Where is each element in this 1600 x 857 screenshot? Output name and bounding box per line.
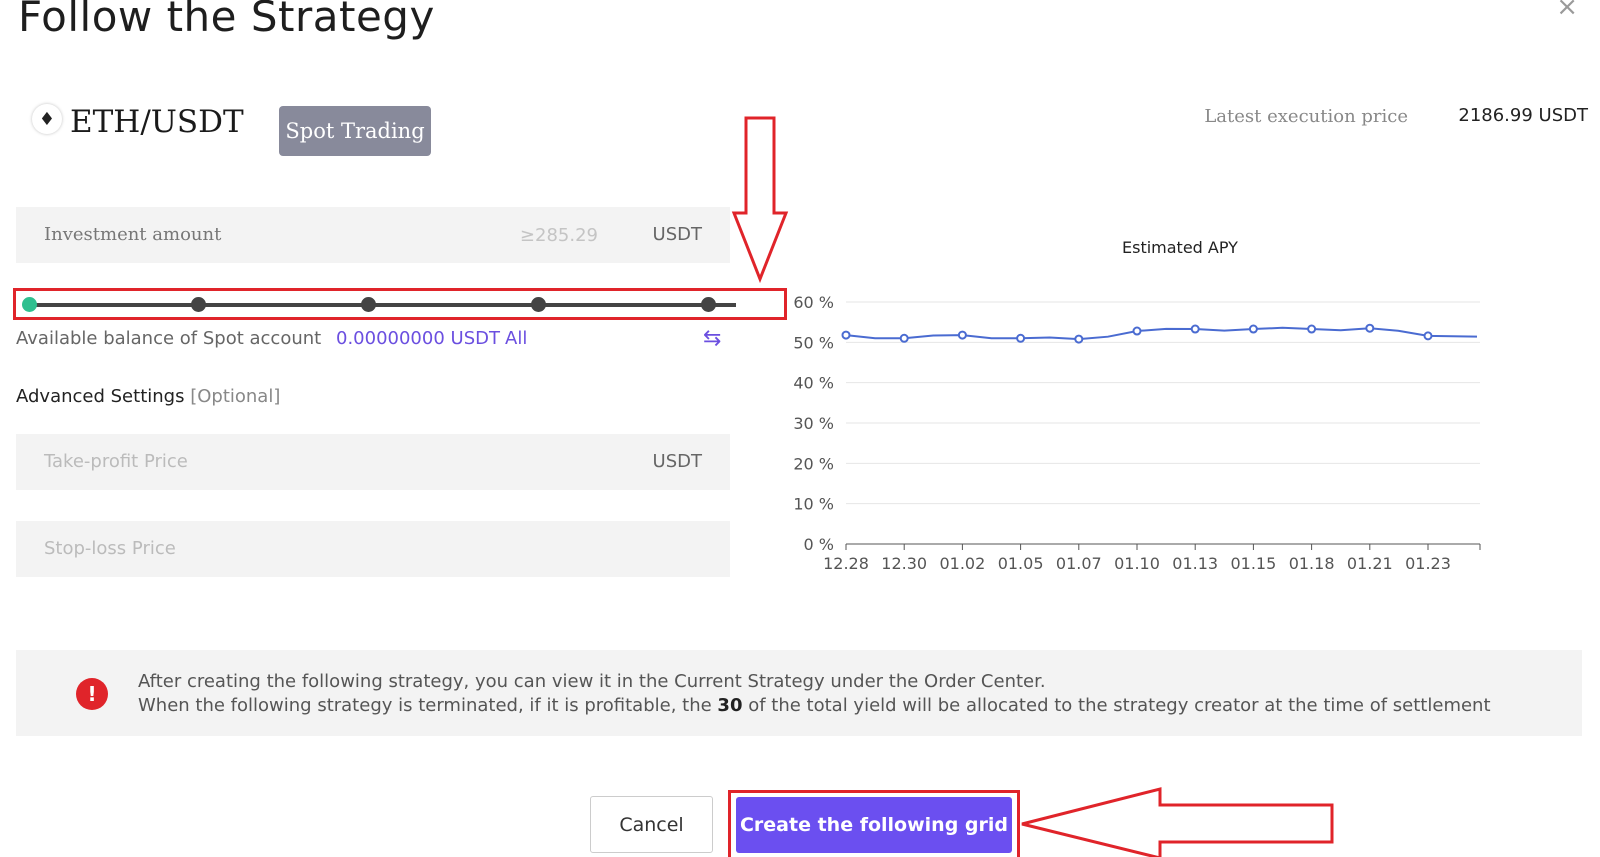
latest-price-label: Latest execution price — [1204, 106, 1408, 127]
advanced-settings-label: Advanced Settings — [16, 386, 185, 407]
investment-minimum: ≥285.29 — [519, 225, 598, 246]
x-tick-label: 12.28 — [823, 554, 869, 573]
take-profit-unit: USDT — [652, 451, 702, 472]
spot-trading-tag: Spot Trading — [279, 106, 431, 156]
trading-pair: ETH/USDT — [70, 104, 244, 140]
take-profit-placeholder: Take-profit Price — [44, 451, 188, 472]
apy-data-point — [1307, 324, 1317, 334]
optional-label: [Optional] — [190, 386, 281, 407]
take-profit-input[interactable]: Take-profit Price USDT — [16, 434, 730, 490]
advanced-settings-heading: Advanced Settings [Optional] — [16, 386, 280, 407]
y-tick-label: 50 % — [793, 333, 834, 352]
apy-data-point — [1132, 326, 1142, 336]
alert-icon: ! — [76, 678, 108, 710]
notice-line-1: After creating the following strategy, y… — [138, 671, 1046, 692]
y-tick-label: 20 % — [793, 454, 834, 473]
create-grid-button[interactable]: Create the following grid — [736, 797, 1012, 853]
investment-slider-highlight — [13, 288, 787, 320]
x-tick-label: 01.21 — [1347, 554, 1393, 573]
y-tick-label: 40 % — [793, 374, 834, 393]
investment-slider[interactable] — [29, 303, 736, 307]
apy-data-point — [899, 333, 909, 343]
left-arrow-annotation — [1021, 787, 1334, 857]
create-button-highlight: Create the following grid — [728, 790, 1020, 857]
x-tick-label: 01.13 — [1172, 554, 1218, 573]
slider-stop-0[interactable] — [22, 297, 37, 312]
slider-stop-75[interactable] — [531, 297, 546, 312]
slider-stop-25[interactable] — [191, 297, 206, 312]
apy-data-point — [1074, 334, 1084, 344]
y-tick-label: 30 % — [793, 414, 834, 433]
cancel-button[interactable]: Cancel — [590, 796, 713, 853]
apy-data-point — [1365, 323, 1375, 333]
apy-data-point — [957, 330, 967, 340]
creator-share: 30 — [717, 695, 743, 716]
stop-loss-input[interactable]: Stop-loss Price — [16, 521, 730, 577]
y-tick-label: 0 % — [804, 535, 834, 554]
apy-data-point — [1423, 331, 1433, 341]
x-tick-label: 01.18 — [1289, 554, 1335, 573]
notice-line-2: When the following strategy is terminate… — [138, 695, 1491, 716]
apy-data-point — [1248, 324, 1258, 334]
available-balance-value: 0.00000000 USDT — [336, 328, 500, 349]
slider-stop-100[interactable] — [701, 297, 716, 312]
apy-series-line — [845, 326, 1478, 341]
x-tick-label: 01.10 — [1114, 554, 1160, 573]
swap-icon[interactable]: ⇆ — [703, 326, 721, 351]
investment-amount-label: Investment amount — [44, 224, 222, 245]
apy-data-point — [841, 330, 851, 340]
x-tick-label: 12.30 — [881, 554, 927, 573]
investment-unit: USDT — [652, 224, 702, 245]
notice-line-2-end: of the total yield will be allocated to … — [742, 695, 1491, 716]
available-balance-label: Available balance of Spot account — [16, 328, 322, 349]
apy-chart: 60 % 50 % 40 % 30 % 20 % 10 % 0 %12.28 12.30 01.… — [793, 293, 1481, 573]
eth-icon: ♦ — [32, 104, 62, 134]
y-tick-label: 10 % — [793, 495, 834, 514]
chart-title: Estimated APY — [1122, 238, 1238, 257]
apy-data-point — [1190, 324, 1200, 334]
x-tick-label: 01.07 — [1056, 554, 1102, 573]
x-tick-label: 01.02 — [939, 554, 985, 573]
x-tick-label: 01.15 — [1230, 554, 1276, 573]
x-tick-label: 01.23 — [1405, 554, 1451, 573]
latest-price-value: 2186.99 USDT — [1458, 105, 1588, 126]
dialog-title: Follow the Strategy — [18, 0, 435, 41]
notice-panel: ! After creating the following strategy,… — [16, 650, 1582, 736]
slider-stop-50[interactable] — [361, 297, 376, 312]
all-link[interactable]: All — [505, 328, 527, 349]
down-arrow-annotation — [731, 116, 789, 284]
apy-data-point — [1016, 333, 1026, 343]
stop-loss-placeholder: Stop-loss Price — [44, 538, 176, 559]
x-tick-label: 01.05 — [998, 554, 1044, 573]
close-icon[interactable]: × — [1556, 0, 1578, 22]
y-tick-label: 60 % — [793, 293, 834, 312]
notice-line-2-start: When the following strategy is terminate… — [138, 695, 718, 716]
investment-amount-input[interactable]: Investment amount ≥285.29 USDT — [16, 207, 730, 263]
